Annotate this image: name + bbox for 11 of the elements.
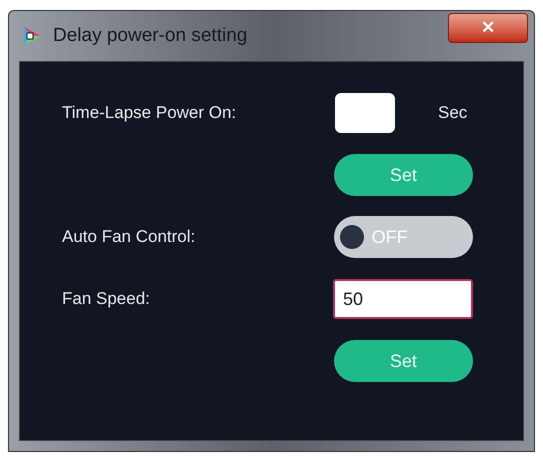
input-field[interactable]: 50 [333, 279, 473, 319]
set-button[interactable]: Set [334, 340, 473, 382]
unit-label: Sec [438, 102, 468, 124]
window-title: Delay power-on setting [53, 24, 248, 48]
app-logo-icon [21, 25, 43, 47]
input-field[interactable] [335, 93, 395, 133]
set-button[interactable]: Set [334, 154, 473, 196]
field-label: Time-Lapse Power On: [62, 102, 238, 124]
close-button[interactable]: ✕ [448, 13, 528, 43]
field-label: Auto Fan Control: [62, 226, 196, 248]
field-label: Fan Speed: [62, 288, 151, 310]
